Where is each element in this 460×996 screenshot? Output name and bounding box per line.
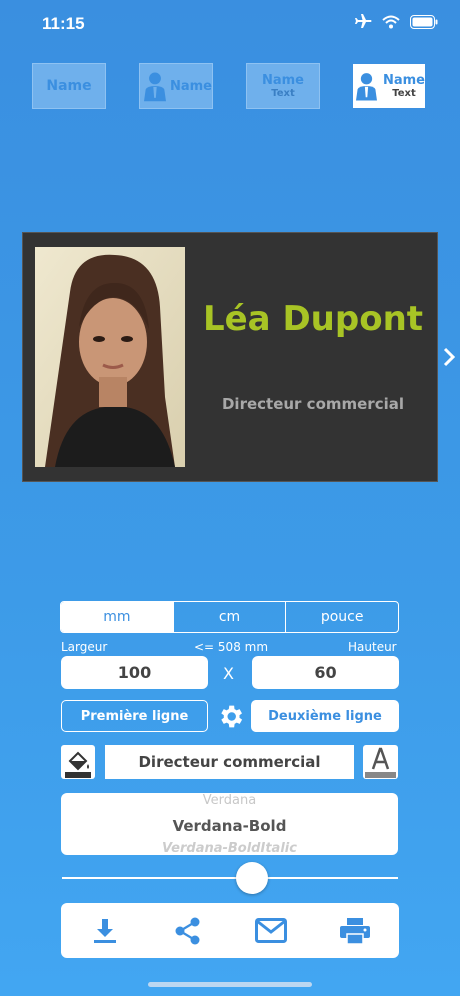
- font-picker[interactable]: Verdana Verdana-Bold Verdana-BoldItalic: [61, 793, 398, 855]
- width-label: Largeur: [61, 640, 108, 654]
- home-indicator[interactable]: [148, 982, 312, 987]
- template-name-text[interactable]: Name Text: [246, 63, 320, 109]
- wifi-icon: [382, 15, 400, 29]
- font-option-selected[interactable]: Verdana-Bold: [61, 817, 398, 835]
- person-icon: [144, 72, 166, 102]
- gear-icon[interactable]: [216, 702, 245, 731]
- battery-icon: [410, 15, 438, 29]
- text-color-icon: [365, 747, 396, 778]
- template-label: Name: [46, 78, 92, 94]
- action-bar: [61, 903, 399, 958]
- dimension-separator: X: [223, 664, 234, 683]
- unit-option-cm[interactable]: cm: [174, 602, 287, 632]
- mail-icon[interactable]: [255, 918, 287, 944]
- width-input[interactable]: 100: [61, 656, 208, 689]
- person-icon: [356, 73, 377, 101]
- portrait-photo: [35, 247, 185, 467]
- status-time: 11:15: [42, 14, 85, 33]
- font-option-next[interactable]: Verdana-BoldItalic: [61, 841, 398, 855]
- template-sublabel: Text: [271, 88, 295, 99]
- second-line-button[interactable]: Deuxième ligne: [251, 700, 399, 732]
- paint-bucket-icon: [65, 751, 91, 778]
- status-icons: [354, 14, 438, 30]
- unit-segmented-control[interactable]: mm cm pouce: [60, 601, 399, 633]
- template-label: Name: [261, 73, 304, 88]
- first-line-button[interactable]: Première ligne: [61, 700, 208, 732]
- airplane-icon: [355, 14, 372, 28]
- fill-color-button[interactable]: [61, 745, 95, 779]
- unit-option-mm[interactable]: mm: [61, 602, 174, 632]
- card-title-text[interactable]: Directeur commercial: [199, 395, 427, 413]
- height-input[interactable]: 60: [252, 656, 399, 689]
- template-label: Name: [169, 78, 212, 94]
- print-icon[interactable]: [339, 917, 371, 945]
- text-input-field[interactable]: Directeur commercial: [105, 745, 354, 779]
- badge-preview-card[interactable]: Léa Dupont Directeur commercial: [22, 232, 438, 482]
- unit-option-pouce[interactable]: pouce: [286, 602, 398, 632]
- size-slider-thumb[interactable]: [236, 862, 268, 894]
- font-option-prev[interactable]: Verdana: [61, 793, 398, 808]
- template-label: Name: [382, 73, 425, 88]
- size-slider-fill: [62, 877, 252, 879]
- download-icon[interactable]: [92, 917, 118, 945]
- text-color-button[interactable]: [363, 745, 398, 779]
- height-label: Hauteur: [348, 640, 397, 654]
- max-size-label: <= 508 mm: [194, 640, 269, 654]
- chevron-right-icon[interactable]: [442, 346, 456, 368]
- template-photo-name[interactable]: Name: [139, 63, 213, 109]
- share-icon[interactable]: [174, 917, 202, 945]
- template-name-only[interactable]: Name: [32, 63, 106, 109]
- template-photo-name-text[interactable]: Name Text: [352, 63, 426, 109]
- card-name-text[interactable]: Léa Dupont: [199, 299, 427, 339]
- template-sublabel: Text: [392, 88, 416, 99]
